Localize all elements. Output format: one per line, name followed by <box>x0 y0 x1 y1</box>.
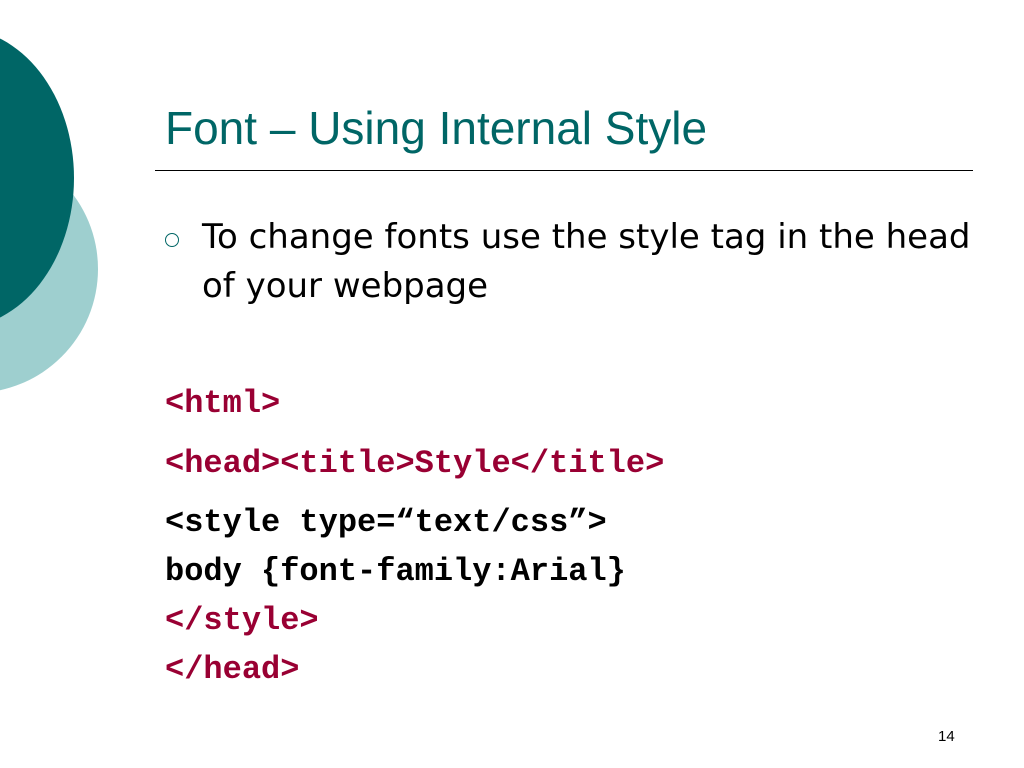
page-number: 14 <box>938 728 955 745</box>
title-divider <box>155 170 973 171</box>
slide: Font – Using Internal Style To change fo… <box>0 0 1024 768</box>
code-line-body-rule: body {font-family:Arial} <box>165 553 626 590</box>
bullet-text: To change fonts use the style tag in the… <box>202 217 971 306</box>
circle-bullet-icon <box>165 233 179 247</box>
code-line-style-open: <style type=“text/css”> <box>165 504 607 541</box>
code-line-head-title: <head><title>Style</title> <box>165 445 665 482</box>
code-line-html-open: <html> <box>165 385 281 422</box>
code-line-head-close: </head> <box>165 651 300 688</box>
slide-title: Font – Using Internal Style <box>165 102 708 154</box>
code-line-style-close: </style> <box>165 602 319 639</box>
